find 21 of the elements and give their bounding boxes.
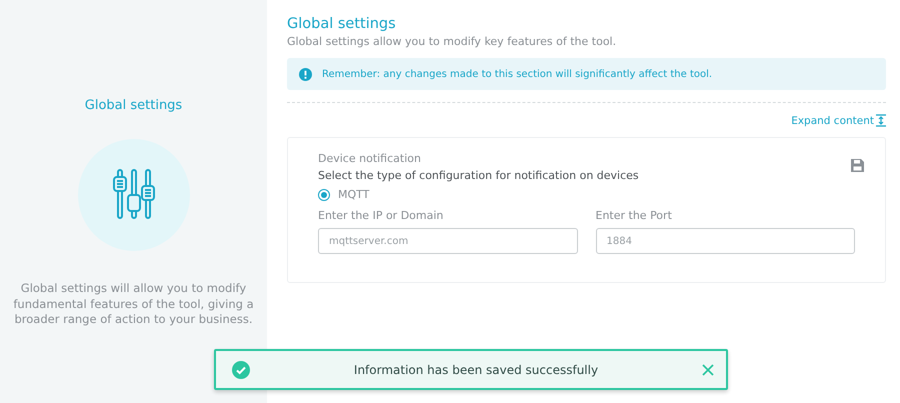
check-circle-icon xyxy=(232,360,250,378)
expand-content-link[interactable]: Expand content xyxy=(791,114,886,127)
sidebar-title: Global settings xyxy=(84,98,182,113)
input-field[interactable]: mqttserver.com xyxy=(318,228,578,254)
info-icon xyxy=(299,68,312,80)
field-label: Enter the IP or Domain xyxy=(318,209,444,222)
page-subtitle: Global settings allow you to modify key features of the tool. xyxy=(287,35,618,48)
card-title: Device notification xyxy=(318,152,422,165)
sidebar-description: Global settings will allow you to modify fundamental features of the tool, giving a broader range of action to your business. xyxy=(12,281,255,328)
card-description: Select the type of configuration for notification on devices xyxy=(318,169,640,182)
toast-message: Information has been saved successfully xyxy=(352,362,600,376)
save-icon xyxy=(850,158,865,173)
input-field[interactable]: 1884 xyxy=(596,228,855,254)
expand-icon xyxy=(876,114,886,127)
alert-text: Remember: any changes made to this section will significantly affect the tool. xyxy=(322,68,712,80)
radio-button[interactable] xyxy=(318,188,330,200)
close-button[interactable] xyxy=(702,364,714,376)
field-label: Enter the Port xyxy=(596,209,673,222)
radio-label: MQTT xyxy=(338,188,370,201)
save-button[interactable] xyxy=(850,158,865,173)
page-title: Global settings xyxy=(287,16,397,32)
